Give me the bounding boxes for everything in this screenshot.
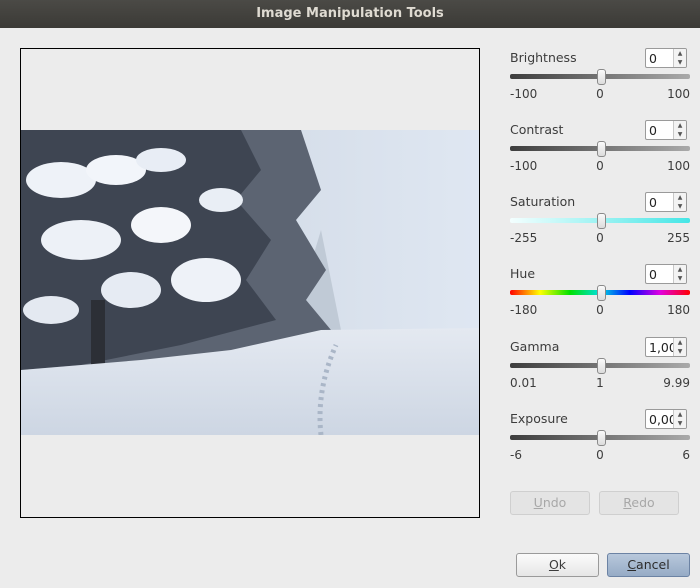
gamma-label: Gamma [510,339,560,354]
spin-up-icon[interactable]: ▲ [674,410,686,419]
spin-up-icon[interactable]: ▲ [674,265,686,274]
cancel-mnemonic: C [627,557,637,572]
undo-label: ndo [542,495,567,510]
contrast-min-label: -100 [510,159,538,173]
brightness-mid-label: 0 [596,87,604,101]
spin-down-icon[interactable]: ▼ [674,347,686,356]
cancel-label: ancel [636,557,670,572]
exposure-max-label: 6 [682,448,690,462]
brightness-min-label: -100 [510,87,538,101]
spin-up-icon[interactable]: ▲ [674,49,686,58]
contrast-mid-label: 0 [596,159,604,173]
gamma-control: Gamma 1,00 ▲ ▼ 0.01 1 9.99 [510,337,700,407]
gamma-mid-label: 1 [596,376,604,390]
gamma-max-label: 9.99 [663,376,690,390]
contrast-spin-buttons: ▲ ▼ [673,121,686,139]
ok-label: k [558,557,567,572]
preview-photo [21,130,479,435]
exposure-spinbox[interactable]: 0,00 ▲ ▼ [645,409,687,429]
hue-min-label: -180 [510,303,538,317]
spin-down-icon[interactable]: ▼ [674,274,686,283]
hue-mid-label: 0 [596,303,604,317]
hue-max-label: 180 [667,303,690,317]
exposure-spin-buttons: ▲ ▼ [673,410,686,428]
brightness-value[interactable]: 0 [649,51,675,66]
brightness-label: Brightness [510,50,577,65]
spin-down-icon[interactable]: ▼ [674,419,686,428]
saturation-spin-buttons: ▲ ▼ [673,193,686,211]
redo-label: edo [631,495,655,510]
hue-spin-buttons: ▲ ▼ [673,265,686,283]
saturation-mid-label: 0 [596,231,604,245]
gamma-spinbox[interactable]: 1,00 ▲ ▼ [645,337,687,357]
saturation-control: Saturation 0 ▲ ▼ -255 0 255 [510,192,700,262]
gamma-value[interactable]: 1,00 [649,340,675,355]
exposure-slider-thumb[interactable] [597,430,606,446]
redo-button[interactable]: Redo [599,491,679,515]
brightness-spinbox[interactable]: 0 ▲ ▼ [645,48,687,68]
spin-down-icon[interactable]: ▼ [674,58,686,67]
spin-down-icon[interactable]: ▼ [674,202,686,211]
window-titlebar[interactable]: Image Manipulation Tools [0,0,700,28]
gamma-slider-thumb[interactable] [597,358,606,374]
saturation-min-label: -255 [510,231,538,245]
exposure-min-label: -6 [510,448,522,462]
ok-button[interactable]: Ok [516,553,599,577]
cancel-button[interactable]: Cancel [607,553,690,577]
hue-value[interactable]: 0 [649,267,675,282]
brightness-spin-buttons: ▲ ▼ [673,49,686,67]
brightness-control: Brightness 0 ▲ ▼ -100 0 100 [510,48,700,118]
window-title: Image Manipulation Tools [256,6,444,21]
undo-button[interactable]: Undo [510,491,590,515]
exposure-label: Exposure [510,411,568,426]
contrast-control: Contrast 0 ▲ ▼ -100 0 100 [510,120,700,190]
hue-label: Hue [510,266,536,281]
gamma-min-label: 0.01 [510,376,537,390]
contrast-max-label: 100 [667,159,690,173]
contrast-spinbox[interactable]: 0 ▲ ▼ [645,120,687,140]
exposure-value[interactable]: 0,00 [649,412,675,427]
spin-up-icon[interactable]: ▲ [674,338,686,347]
hue-control: Hue 0 ▲ ▼ -180 0 180 [510,264,700,334]
spin-down-icon[interactable]: ▼ [674,130,686,139]
undo-mnemonic: U [533,495,543,510]
image-preview [20,48,480,518]
exposure-control: Exposure 0,00 ▲ ▼ -6 0 6 [510,409,700,479]
saturation-value[interactable]: 0 [649,195,675,210]
contrast-slider-thumb[interactable] [597,141,606,157]
saturation-spinbox[interactable]: 0 ▲ ▼ [645,192,687,212]
spin-up-icon[interactable]: ▲ [674,193,686,202]
hue-slider-thumb[interactable] [597,285,606,301]
contrast-label: Contrast [510,122,564,137]
brightness-max-label: 100 [667,87,690,101]
saturation-max-label: 255 [667,231,690,245]
saturation-label: Saturation [510,194,576,209]
gamma-spin-buttons: ▲ ▼ [673,338,686,356]
spin-up-icon[interactable]: ▲ [674,121,686,130]
saturation-slider-thumb[interactable] [597,213,606,229]
contrast-value[interactable]: 0 [649,123,675,138]
hue-spinbox[interactable]: 0 ▲ ▼ [645,264,687,284]
exposure-mid-label: 0 [596,448,604,462]
brightness-slider-thumb[interactable] [597,69,606,85]
ok-mnemonic: O [548,557,559,572]
